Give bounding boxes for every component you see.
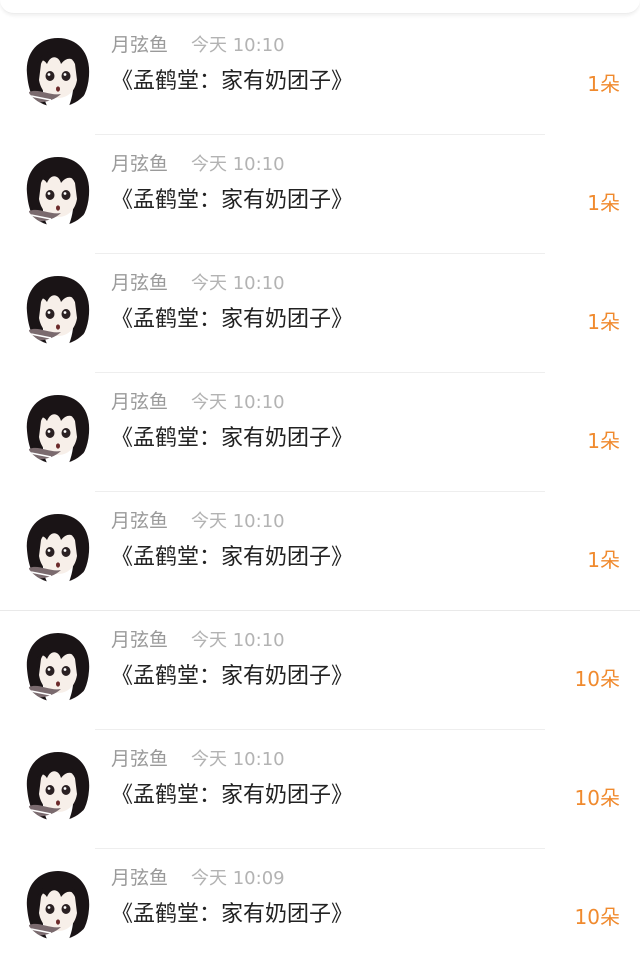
user-name[interactable]: 月弦鱼 [111, 149, 168, 176]
anime-girl-avatar-icon [21, 748, 94, 821]
anime-girl-avatar-icon [21, 510, 94, 583]
user-name[interactable]: 月弦鱼 [111, 625, 168, 652]
message-text: 《孟鹤堂：家有奶团子》 [111, 783, 354, 808]
avatar[interactable] [21, 748, 94, 821]
gift-amount: 1朵 [587, 548, 620, 572]
list-item[interactable]: 月弦鱼 今天 10:10 《孟鹤堂：家有奶团子》 10朵 [0, 730, 640, 849]
message-text: 《孟鹤堂：家有奶团子》 [111, 426, 354, 451]
message-text: 《孟鹤堂：家有奶团子》 [111, 307, 354, 332]
timestamp: 今天 10:10 [191, 749, 285, 770]
timestamp: 今天 10:10 [191, 273, 285, 294]
gift-amount: 1朵 [587, 310, 620, 334]
anime-girl-avatar-icon [21, 867, 94, 940]
user-name[interactable]: 月弦鱼 [111, 863, 168, 890]
message-text: 《孟鹤堂：家有奶团子》 [111, 69, 354, 94]
timestamp: 今天 10:10 [191, 392, 285, 413]
gift-amount: 1朵 [587, 429, 620, 453]
user-name[interactable]: 月弦鱼 [111, 506, 168, 533]
gift-amount: 1朵 [587, 191, 620, 215]
list-item[interactable]: 月弦鱼 今天 10:10 《孟鹤堂：家有奶团子》 10朵 [0, 611, 640, 730]
avatar[interactable] [21, 272, 94, 345]
user-name[interactable]: 月弦鱼 [111, 268, 168, 295]
timestamp: 今天 10:10 [191, 35, 285, 56]
timestamp: 今天 10:10 [191, 630, 285, 651]
gift-amount: 10朵 [574, 905, 620, 929]
anime-girl-avatar-icon [21, 272, 94, 345]
avatar[interactable] [21, 34, 94, 107]
timestamp: 今天 10:10 [191, 511, 285, 532]
timestamp: 今天 10:09 [191, 868, 285, 889]
list-item[interactable]: 月弦鱼 今天 10:10 《孟鹤堂：家有奶团子》 1朵 [0, 254, 640, 373]
anime-girl-avatar-icon [21, 153, 94, 226]
avatar[interactable] [21, 867, 94, 940]
user-name[interactable]: 月弦鱼 [111, 387, 168, 414]
anime-girl-avatar-icon [21, 629, 94, 702]
gift-amount: 1朵 [587, 72, 620, 96]
user-name[interactable]: 月弦鱼 [111, 30, 168, 57]
gift-amount: 10朵 [574, 786, 620, 810]
list-item[interactable]: 月弦鱼 今天 10:09 《孟鹤堂：家有奶团子》 10朵 [0, 849, 640, 968]
list-item[interactable]: 月弦鱼 今天 10:10 《孟鹤堂：家有奶团子》 1朵 [0, 135, 640, 254]
user-name[interactable]: 月弦鱼 [111, 744, 168, 771]
list-item[interactable]: 月弦鱼 今天 10:10 《孟鹤堂：家有奶团子》 1朵 [0, 492, 640, 611]
message-text: 《孟鹤堂：家有奶团子》 [111, 545, 354, 570]
gift-amount: 10朵 [574, 667, 620, 691]
anime-girl-avatar-icon [21, 34, 94, 107]
top-panel-edge [0, 0, 640, 14]
timestamp: 今天 10:10 [191, 154, 285, 175]
message-text: 《孟鹤堂：家有奶团子》 [111, 902, 354, 927]
avatar[interactable] [21, 153, 94, 226]
avatar[interactable] [21, 629, 94, 702]
message-text: 《孟鹤堂：家有奶团子》 [111, 664, 354, 689]
avatar[interactable] [21, 510, 94, 583]
message-text: 《孟鹤堂：家有奶团子》 [111, 188, 354, 213]
list-item[interactable]: 月弦鱼 今天 10:10 《孟鹤堂：家有奶团子》 1朵 [0, 16, 640, 135]
list-item[interactable]: 月弦鱼 今天 10:10 《孟鹤堂：家有奶团子》 1朵 [0, 373, 640, 492]
avatar[interactable] [21, 391, 94, 464]
anime-girl-avatar-icon [21, 391, 94, 464]
